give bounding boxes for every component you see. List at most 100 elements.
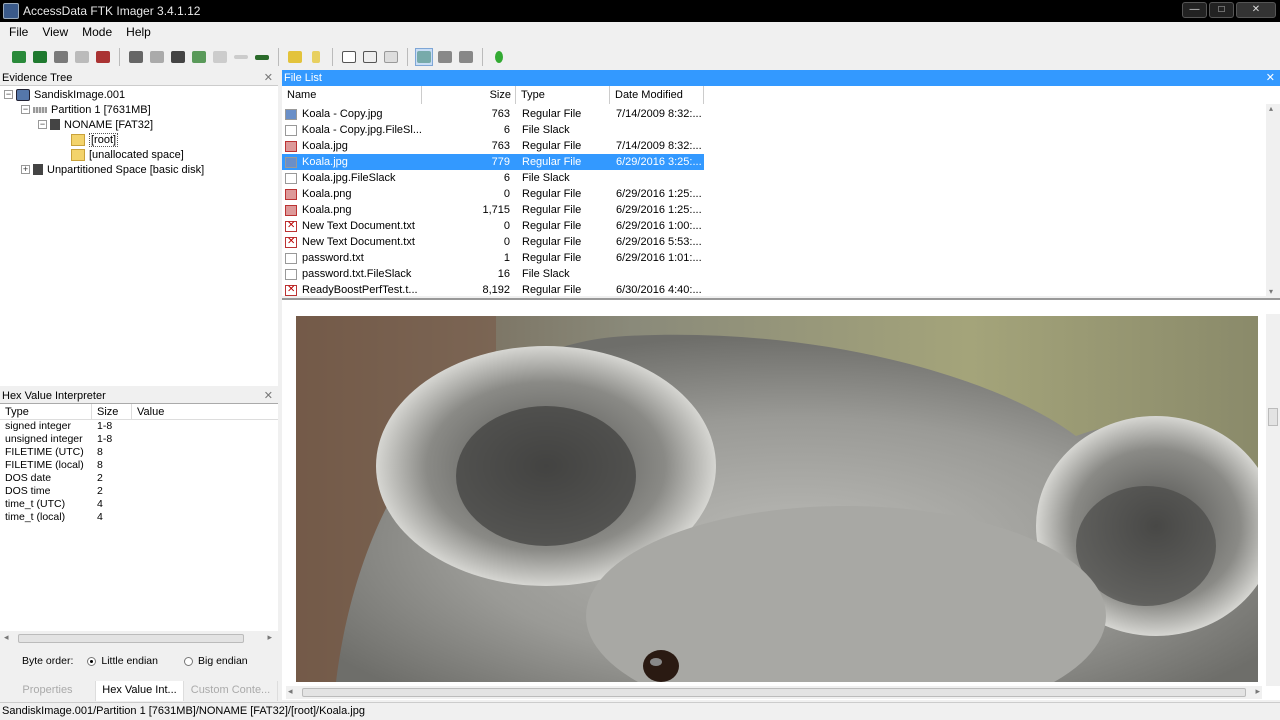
table-row[interactable]: FILETIME (UTC) 8 — [0, 446, 278, 459]
column-value[interactable]: Value — [132, 404, 278, 419]
column-type[interactable]: Type — [0, 404, 92, 419]
verify-drive-icon[interactable] — [232, 48, 250, 66]
view-tree-icon[interactable] — [436, 48, 454, 66]
table-row[interactable]: time_t (local) 4 — [0, 511, 278, 524]
file-name-cell: ReadyBoostPerfTest.t... — [282, 284, 422, 296]
file-row[interactable]: Koala - Copy.jpg.FileSl... 6 File Slack — [282, 122, 704, 138]
scroll-right-icon[interactable]: ▸ — [1255, 686, 1260, 697]
remove-all-evidence-icon[interactable] — [94, 48, 112, 66]
table-row[interactable]: signed integer 1-8 — [0, 420, 278, 433]
collapse-icon[interactable]: − — [4, 90, 13, 99]
column-name[interactable]: Name — [282, 86, 422, 104]
view-hex-icon[interactable] — [361, 48, 379, 66]
tree-node-unpartitioned[interactable]: + Unpartitioned Space [basic disk] — [21, 162, 204, 177]
remove-evidence-icon[interactable] — [73, 48, 91, 66]
file-date-modified: 6/29/2016 1:01:... — [616, 252, 702, 264]
scroll-right-icon[interactable]: ▸ — [267, 632, 272, 643]
tree-node-image[interactable]: − SandiskImage.001 — [4, 87, 125, 102]
expand-icon[interactable]: + — [21, 165, 30, 174]
file-row[interactable]: New Text Document.txt 0 Regular File 6/29/2… — [282, 234, 704, 250]
column-type[interactable]: Type — [516, 86, 610, 104]
scroll-thumb[interactable] — [1268, 408, 1278, 426]
export-logical-image-icon[interactable] — [169, 48, 187, 66]
export-hash-icon[interactable] — [307, 48, 325, 66]
table-row[interactable]: DOS time 2 — [0, 485, 278, 498]
export-disk-image-icon[interactable] — [148, 48, 166, 66]
file-row[interactable]: Koala.png 0 Regular File 6/29/2016 1:25:... — [282, 186, 704, 202]
tab-properties[interactable]: Properties — [0, 681, 96, 701]
collapse-icon[interactable]: − — [21, 105, 30, 114]
tab-custom-content[interactable]: Custom Conte... — [184, 681, 278, 701]
file-row[interactable]: New Text Document.txt 0 Regular File 6/29/2… — [282, 218, 704, 234]
decrypt-icon[interactable] — [211, 48, 229, 66]
scroll-up-icon[interactable]: ▴ — [1269, 104, 1273, 113]
file-row[interactable]: Koala.jpg.FileSlack 6 File Slack — [282, 170, 704, 186]
scroll-left-icon[interactable]: ◂ — [288, 686, 293, 697]
big-endian-label[interactable]: Big endian — [198, 655, 248, 667]
table-row[interactable]: FILETIME (local) 8 — [0, 459, 278, 472]
deleted-file-icon — [285, 220, 297, 232]
cell-type: DOS time — [5, 485, 51, 497]
scroll-thumb[interactable] — [18, 634, 244, 643]
close-icon[interactable]: ✕ — [264, 70, 273, 86]
view-list-icon[interactable] — [457, 48, 475, 66]
status-bar: SandiskImage.001/Partition 1 [7631MB]/NO… — [0, 702, 1280, 720]
scroll-thumb[interactable] — [302, 688, 1246, 697]
collapse-icon[interactable]: − — [38, 120, 47, 129]
menu-file[interactable]: File — [2, 25, 35, 39]
add-evidence-icon[interactable] — [10, 48, 28, 66]
tree-node-root[interactable]: [root] — [71, 132, 119, 147]
scroll-left-icon[interactable]: ◂ — [4, 632, 9, 643]
table-row[interactable]: time_t (UTC) 4 — [0, 498, 278, 511]
file-row[interactable]: Koala.jpg 779 Regular File 6/29/2016 3:25:.… — [282, 154, 704, 170]
tree-node-unallocated[interactable]: [unallocated space] — [71, 147, 184, 162]
hex-horizontal-scrollbar[interactable]: ◂ ▸ — [4, 632, 274, 645]
export-files-icon[interactable] — [286, 48, 304, 66]
menu-mode[interactable]: Mode — [75, 25, 119, 39]
close-icon[interactable]: ✕ — [1266, 70, 1275, 86]
scroll-down-icon[interactable]: ▾ — [1269, 287, 1273, 296]
column-date-modified[interactable]: Date Modified — [610, 86, 704, 104]
file-row[interactable]: password.txt 1 Regular File 6/29/2016 1:01:… — [282, 250, 704, 266]
help-icon[interactable] — [490, 48, 508, 66]
column-size[interactable]: Size — [422, 86, 516, 104]
tree-node-partition[interactable]: − Partition 1 [7631MB] — [21, 102, 151, 117]
create-disk-image-icon[interactable] — [127, 48, 145, 66]
table-row[interactable]: DOS date 2 — [0, 472, 278, 485]
file-row[interactable]: Koala - Copy.jpg 763 Regular File 7/14/2009… — [282, 106, 704, 122]
file-icon — [285, 252, 297, 264]
little-endian-label[interactable]: Little endian — [101, 655, 158, 667]
file-date-modified: 6/29/2016 1:25:... — [616, 188, 702, 200]
image-file-icon — [285, 108, 297, 120]
minimize-button[interactable]: — — [1182, 2, 1207, 18]
close-button[interactable]: ✕ — [1236, 2, 1276, 18]
file-size: 763 — [491, 108, 510, 120]
maximize-button[interactable]: □ — [1209, 2, 1234, 18]
volume-icon — [50, 119, 60, 130]
create-custom-image-icon[interactable] — [190, 48, 208, 66]
tab-hex-value-interpreter[interactable]: Hex Value Int... — [96, 681, 184, 701]
column-size[interactable]: Size — [92, 404, 132, 419]
file-row[interactable]: Koala.jpg 763 Regular File 7/14/2009 8:32:.… — [282, 138, 704, 154]
file-list-vertical-scrollbar[interactable]: ▴ ▾ — [1266, 104, 1280, 296]
preview-horizontal-scrollbar[interactable]: ◂ ▸ — [286, 686, 1262, 699]
file-row[interactable]: password.txt.FileSlack 16 File Slack — [282, 266, 704, 282]
close-icon[interactable]: ✕ — [264, 388, 273, 404]
view-auto-icon[interactable] — [382, 48, 400, 66]
file-row[interactable]: ReadyBoostPerfTest.t... 8,192 Regular File… — [282, 282, 704, 296]
image-mounting-icon[interactable] — [52, 48, 70, 66]
menu-help[interactable]: Help — [119, 25, 158, 39]
tree-node-volume[interactable]: − NONAME [FAT32] — [38, 117, 153, 132]
add-all-devices-icon[interactable] — [31, 48, 49, 66]
capture-memory-icon[interactable] — [253, 48, 271, 66]
view-files-icon[interactable] — [415, 48, 433, 66]
little-endian-radio[interactable] — [87, 656, 97, 666]
file-size: 6 — [503, 172, 510, 184]
view-text-icon[interactable] — [340, 48, 358, 66]
file-row[interactable]: Koala.png 1,715 Regular File 6/29/2016 1:25… — [282, 202, 704, 218]
file-name: Koala.jpg — [302, 156, 348, 168]
table-row[interactable]: unsigned integer 1-8 — [0, 433, 278, 446]
preview-vertical-scrollbar[interactable] — [1266, 314, 1280, 686]
menu-view[interactable]: View — [35, 25, 75, 39]
big-endian-radio[interactable] — [184, 656, 193, 666]
